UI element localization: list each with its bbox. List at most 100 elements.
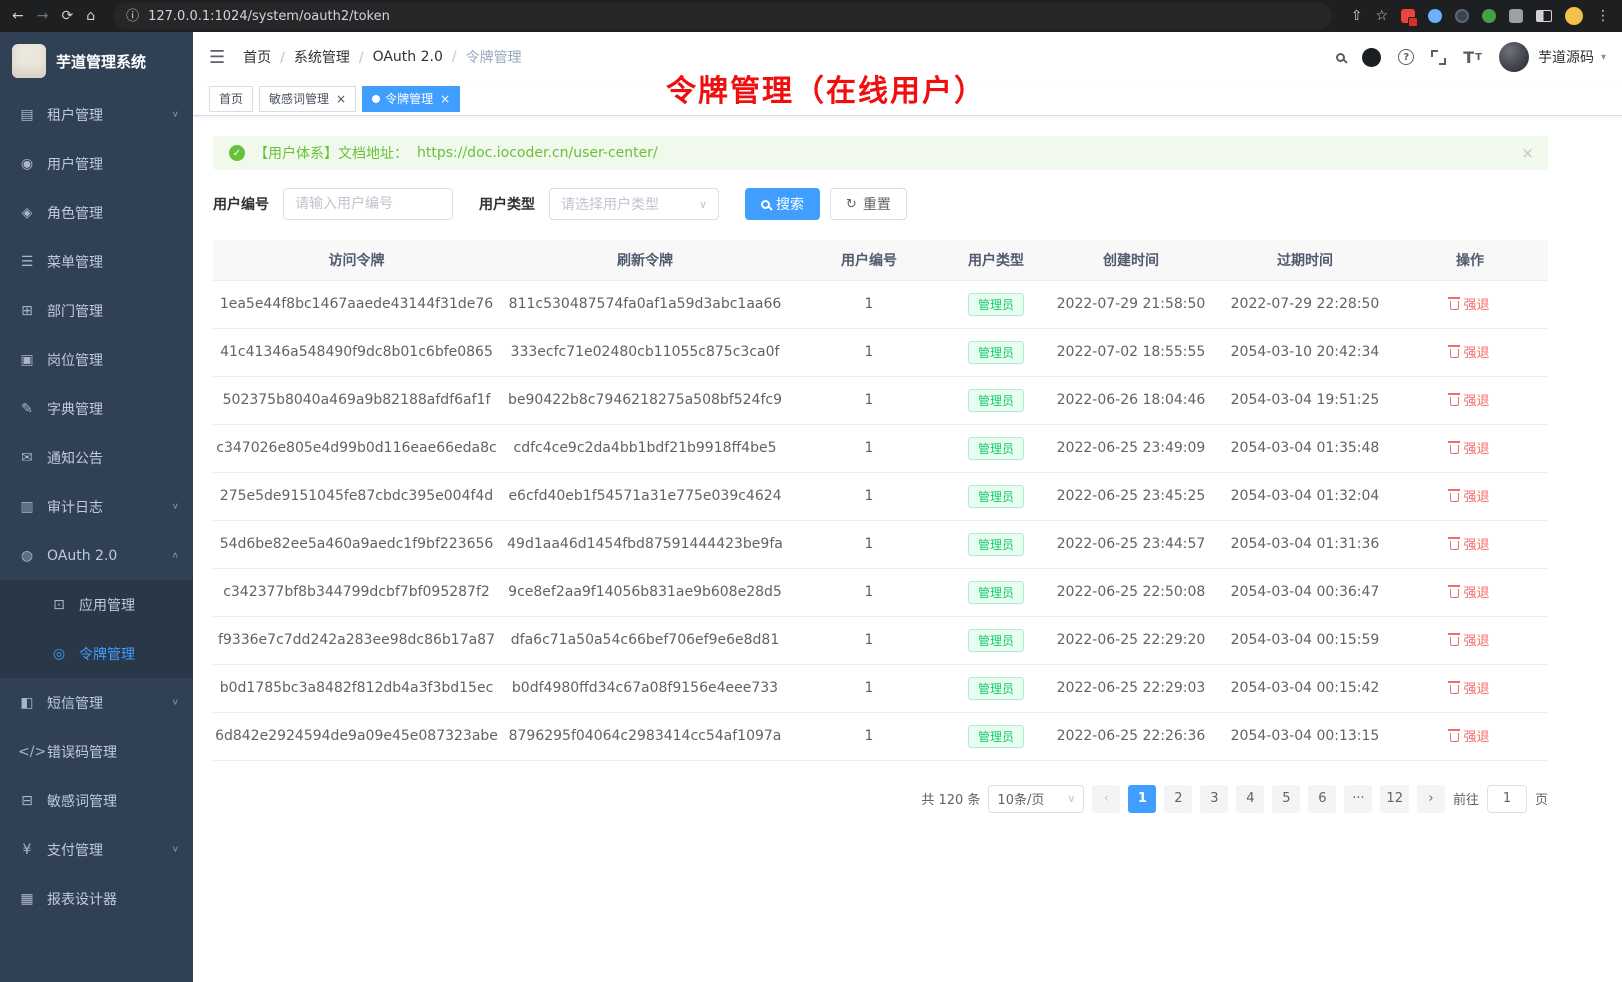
page-size-select[interactable]: 10条/页 ∨	[988, 785, 1084, 813]
breadcrumb-item[interactable]: OAuth 2.0	[373, 49, 466, 65]
sidebar-item-report-designer[interactable]: ▦ 报表设计器	[0, 874, 193, 923]
page-button-6[interactable]: 6	[1308, 785, 1336, 813]
sidebar-item-notice[interactable]: ✉ 通知公告	[0, 433, 193, 482]
tab-home[interactable]: 首页	[209, 86, 253, 112]
sidebar-item-oauth-token[interactable]: ◎ 令牌管理	[0, 629, 193, 678]
home-icon[interactable]: ⌂	[86, 9, 95, 23]
browser-menu-icon[interactable]: ⋮	[1596, 9, 1610, 23]
username[interactable]: 芋道源码	[1538, 47, 1594, 67]
sidebar-item-role[interactable]: ◈ 角色管理	[0, 188, 193, 237]
sidebar-item-post[interactable]: ▣ 岗位管理	[0, 335, 193, 384]
sidebar-item-payment[interactable]: ¥ 支付管理 ∨	[0, 825, 193, 874]
extensions-puzzle-icon[interactable]	[1509, 9, 1523, 23]
back-icon[interactable]: ←	[12, 9, 24, 23]
next-page-button[interactable]: ›	[1417, 785, 1445, 813]
sidebar-item-audit-log[interactable]: ▥ 审计日志 ∨	[0, 482, 193, 531]
caret-down-icon[interactable]: ▾	[1601, 52, 1606, 63]
user-type-select[interactable]: 请选择用户类型 ∨	[549, 188, 719, 220]
sidebar-item-dict[interactable]: ✎ 字典管理	[0, 384, 193, 433]
sidebar-item-label: 支付管理	[47, 840, 172, 860]
reset-button[interactable]: ↻ 重置	[830, 188, 907, 220]
search-button-label: 搜索	[776, 194, 804, 214]
fullscreen-icon[interactable]	[1431, 50, 1446, 65]
sidebar-item-oauth-app[interactable]: ⊡ 应用管理	[0, 580, 193, 629]
sidebar-item-label: 通知公告	[47, 448, 179, 468]
sidebar-logo[interactable]: 芋道管理系统	[0, 32, 193, 90]
tab-token[interactable]: 令牌管理 ×	[362, 86, 460, 112]
breadcrumb: 首页 系统管理 OAuth 2.0 令牌管理	[243, 47, 521, 67]
chevron-down-icon: ∨	[1067, 792, 1075, 805]
page-button-12[interactable]: 12	[1380, 785, 1409, 813]
sidebar-item-user[interactable]: ◉ 用户管理	[0, 139, 193, 188]
split-view-icon[interactable]	[1536, 10, 1552, 22]
table-row: c342377bf8b344799dcbf7bf095287f2 9ce8ef2…	[213, 568, 1548, 616]
hamburger-icon[interactable]: ☰	[209, 47, 225, 68]
extension-red-icon[interactable]	[1401, 9, 1415, 23]
force-logout-button[interactable]: 强退	[1450, 726, 1489, 745]
page-button-1[interactable]: 1	[1128, 785, 1156, 813]
bookmark-star-icon[interactable]: ☆	[1375, 9, 1388, 23]
table-row: f9336e7c7dd242a283ee98dc86b17a87 dfa6c71…	[213, 616, 1548, 664]
user-type-badge: 管理员	[968, 389, 1024, 412]
share-icon[interactable]: ⇧	[1351, 9, 1363, 23]
chevron-down-icon: ∨	[172, 502, 179, 511]
font-size-icon[interactable]: T	[1463, 48, 1482, 67]
extension-dark-icon[interactable]	[1455, 9, 1469, 23]
goto-page-input[interactable]	[1487, 785, 1527, 813]
force-logout-button[interactable]: 强退	[1450, 534, 1489, 553]
extension-green-icon[interactable]	[1482, 9, 1496, 23]
breadcrumb-item[interactable]: 系统管理	[294, 47, 373, 67]
force-logout-button[interactable]: 强退	[1450, 438, 1489, 457]
delete-icon	[1450, 541, 1459, 550]
sidebar-item-menu[interactable]: ☰ 菜单管理	[0, 237, 193, 286]
force-logout-button[interactable]: 强退	[1450, 390, 1489, 409]
breadcrumb-item[interactable]: 首页	[243, 47, 294, 67]
table-row: 6d842e2924594de9a09e45e087323abe 8796295…	[213, 712, 1548, 760]
sidebar-item-sms[interactable]: ◧ 短信管理 ∨	[0, 678, 193, 727]
page-button-2[interactable]: 2	[1164, 785, 1192, 813]
browser-profile-avatar[interactable]	[1565, 7, 1583, 25]
url-bar[interactable]: ⓘ 127.0.0.1:1024/system/oauth2/token	[114, 3, 1332, 29]
alert-close-icon[interactable]: ×	[1521, 144, 1534, 162]
access-token-cell: c342377bf8b344799dcbf7bf095287f2	[213, 568, 500, 616]
force-logout-button[interactable]: 强退	[1450, 582, 1489, 601]
alert-doc-link[interactable]: https://doc.iocoder.cn/user-center/	[417, 145, 658, 161]
user-avatar[interactable]	[1499, 42, 1529, 72]
user-id-input[interactable]	[283, 188, 453, 220]
site-info-icon[interactable]: ⓘ	[126, 10, 139, 23]
extension-blue-icon[interactable]	[1428, 9, 1442, 23]
sidebar-item-sensitive-word[interactable]: ⊟ 敏感词管理	[0, 776, 193, 825]
reload-icon[interactable]: ⟳	[61, 9, 73, 23]
sidebar-item-label: 部门管理	[47, 301, 179, 321]
sidebar-item-tenant[interactable]: ▤ 租户管理 ∨	[0, 90, 193, 139]
delete-icon	[1450, 445, 1459, 454]
more-pages-button[interactable]: ···	[1344, 785, 1372, 813]
force-logout-button[interactable]: 强退	[1450, 294, 1489, 313]
force-logout-button[interactable]: 强退	[1450, 630, 1489, 649]
search-icon[interactable]	[1336, 53, 1345, 62]
page-button-5[interactable]: 5	[1272, 785, 1300, 813]
force-logout-button[interactable]: 强退	[1450, 342, 1489, 361]
tab-sensitive-word[interactable]: 敏感词管理 ×	[259, 86, 356, 112]
page-button-4[interactable]: 4	[1236, 785, 1264, 813]
github-icon[interactable]	[1362, 48, 1381, 67]
access-token-cell: 6d842e2924594de9a09e45e087323abe	[213, 712, 500, 760]
sidebar-item-dept[interactable]: ⊞ 部门管理	[0, 286, 193, 335]
close-icon[interactable]: ×	[440, 92, 450, 106]
sidebar-item-error-code[interactable]: </> 错误码管理	[0, 727, 193, 776]
force-logout-button[interactable]: 强退	[1450, 678, 1489, 697]
search-button[interactable]: 搜索	[745, 188, 820, 220]
prev-page-button[interactable]: ‹	[1092, 785, 1120, 813]
column-header: 过期时间	[1218, 240, 1392, 280]
help-icon[interactable]: ?	[1398, 49, 1414, 65]
expire-time-cell: 2054-03-04 01:31:36	[1218, 520, 1392, 568]
sidebar-item-oauth[interactable]: ◍ OAuth 2.0 ∧	[0, 531, 193, 580]
page-button-3[interactable]: 3	[1200, 785, 1228, 813]
forward-icon[interactable]: →	[37, 9, 49, 23]
table-row: 275e5de9151045fe87cbdc395e004f4d e6cfd40…	[213, 472, 1548, 520]
close-icon[interactable]: ×	[336, 92, 346, 106]
logo-avatar	[12, 44, 46, 78]
created-time-cell: 2022-06-26 18:04:46	[1044, 376, 1218, 424]
force-logout-button[interactable]: 强退	[1450, 486, 1489, 505]
sidebar-item-label: 岗位管理	[47, 350, 179, 370]
